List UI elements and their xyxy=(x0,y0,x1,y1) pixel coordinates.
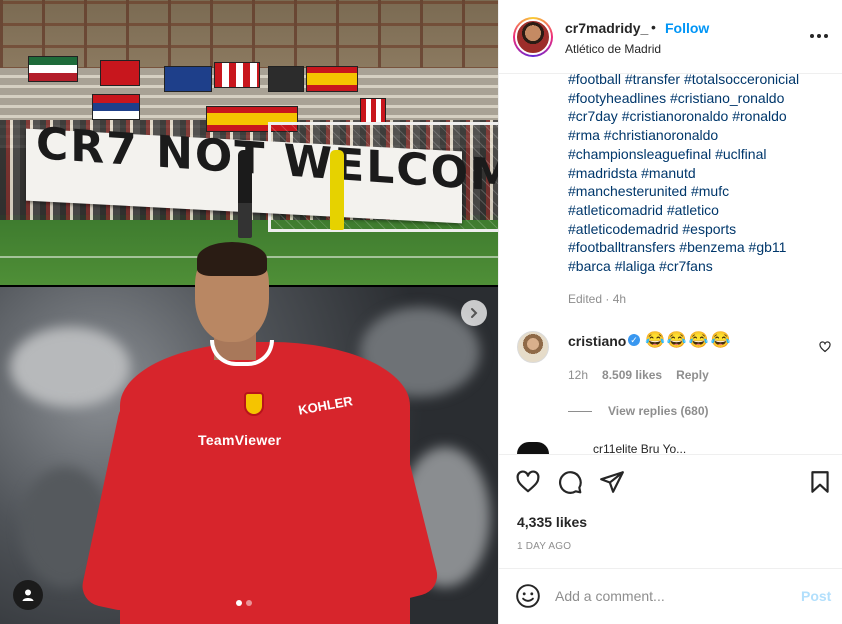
flag xyxy=(268,66,304,92)
hashtag-line[interactable]: #football #transfer #totalsocceronicial xyxy=(568,70,830,89)
divider xyxy=(568,410,592,412)
flag xyxy=(306,66,358,92)
like-button[interactable] xyxy=(515,469,541,500)
bookmark-icon xyxy=(811,471,829,493)
heart-icon xyxy=(819,341,831,353)
user-tag-icon xyxy=(22,589,34,601)
follow-button[interactable]: Follow xyxy=(665,20,709,36)
comment-like-button[interactable] xyxy=(819,340,831,358)
post-actions: 4,335 likes 1 DAY AGO xyxy=(499,454,842,568)
hashtag-line[interactable]: #footyheadlines #cristiano_ronaldo xyxy=(568,89,830,108)
hashtag-line[interactable]: #manchesterunited #mufc xyxy=(568,182,830,201)
comment-username[interactable]: cristiano xyxy=(568,333,626,349)
likes-count[interactable]: 4,335 likes xyxy=(517,514,587,530)
flag xyxy=(214,62,260,88)
view-replies-label: View replies (680) xyxy=(608,404,709,418)
comment-button[interactable] xyxy=(557,469,583,500)
emoji-icon xyxy=(516,584,540,608)
add-comment-bar: Post xyxy=(499,568,842,624)
hashtag-line[interactable]: #madridsta #manutd xyxy=(568,164,830,183)
flag xyxy=(360,98,386,124)
carousel-dot xyxy=(236,600,242,606)
post-date: 1 DAY AGO xyxy=(517,541,572,552)
photo-stadium-banner: CR7 NOT WELCOME xyxy=(0,0,498,285)
share-icon xyxy=(600,471,624,493)
comment-avatar[interactable] xyxy=(517,331,549,363)
hashtag-line[interactable]: #cr7day #cristianoronaldo #ronaldo xyxy=(568,107,830,126)
chevron-right-icon xyxy=(471,308,478,318)
username-link[interactable]: cr7madridy_ xyxy=(565,20,648,36)
save-button[interactable] xyxy=(807,469,833,500)
tagged-users-button[interactable] xyxy=(13,580,43,610)
hashtag-line[interactable]: #atleticodemadrid #esports xyxy=(568,220,830,239)
view-replies-button[interactable]: View replies (680) xyxy=(568,404,709,418)
flag xyxy=(28,56,78,82)
share-button[interactable] xyxy=(599,469,625,500)
hashtag-line[interactable]: #championsleaguefinal #uclfinal xyxy=(568,145,830,164)
hashtag-line[interactable]: #atleticomadrid #atletico xyxy=(568,201,830,220)
flag xyxy=(164,66,212,92)
avatar[interactable] xyxy=(513,17,553,57)
separator: • xyxy=(651,19,656,35)
reply-button[interactable]: Reply xyxy=(676,368,709,382)
location-link[interactable]: Atlético de Madrid xyxy=(565,42,661,56)
comment-text: 😂😂😂😂 xyxy=(645,332,733,349)
hashtag-line[interactable]: #footballtransfers #benzema #gb11 xyxy=(568,238,830,257)
post-caption: #football #transfer #totalsocceronicial … xyxy=(568,70,830,276)
post-details-panel: cr7madridy_ • Follow Atlético de Madrid … xyxy=(498,0,842,624)
comment-meta: 12h 8.509 likes Reply xyxy=(568,368,709,382)
edited-timestamp: Edited · 4h xyxy=(568,292,627,306)
club-badge xyxy=(244,392,264,416)
flag xyxy=(92,94,140,120)
carousel-next-button[interactable] xyxy=(461,300,487,326)
post-media[interactable]: CR7 NOT WELCOME TeamViewer KOHLER xyxy=(0,0,498,624)
more-options-icon[interactable] xyxy=(807,26,831,46)
next-comment-avatar[interactable] xyxy=(517,442,549,454)
next-comment-text: cr11elite Bru Yo... xyxy=(593,443,687,453)
post-header: cr7madridy_ • Follow Atlético de Madrid xyxy=(499,0,842,74)
player xyxy=(282,148,296,236)
carousel-dot xyxy=(246,600,252,606)
comment-icon xyxy=(559,471,582,494)
carousel-indicator xyxy=(236,600,252,606)
hashtag-line[interactable]: #barca #laliga #cr7fans xyxy=(568,257,830,276)
hashtag-line[interactable]: #rma #christianoronaldo xyxy=(568,126,830,145)
comment-time: 12h xyxy=(568,368,589,382)
player xyxy=(238,150,252,238)
shirt-sponsor: TeamViewer xyxy=(198,432,282,448)
player xyxy=(330,150,344,230)
verified-badge-icon: ✓ xyxy=(628,334,640,346)
flag xyxy=(100,60,140,86)
comment-likes[interactable]: 8.509 likes xyxy=(602,368,662,382)
comment-input[interactable] xyxy=(555,585,785,607)
post-comment-button[interactable]: Post xyxy=(801,588,831,604)
emoji-button[interactable] xyxy=(515,583,541,614)
player-shirt xyxy=(120,342,410,624)
heart-icon xyxy=(516,470,540,493)
